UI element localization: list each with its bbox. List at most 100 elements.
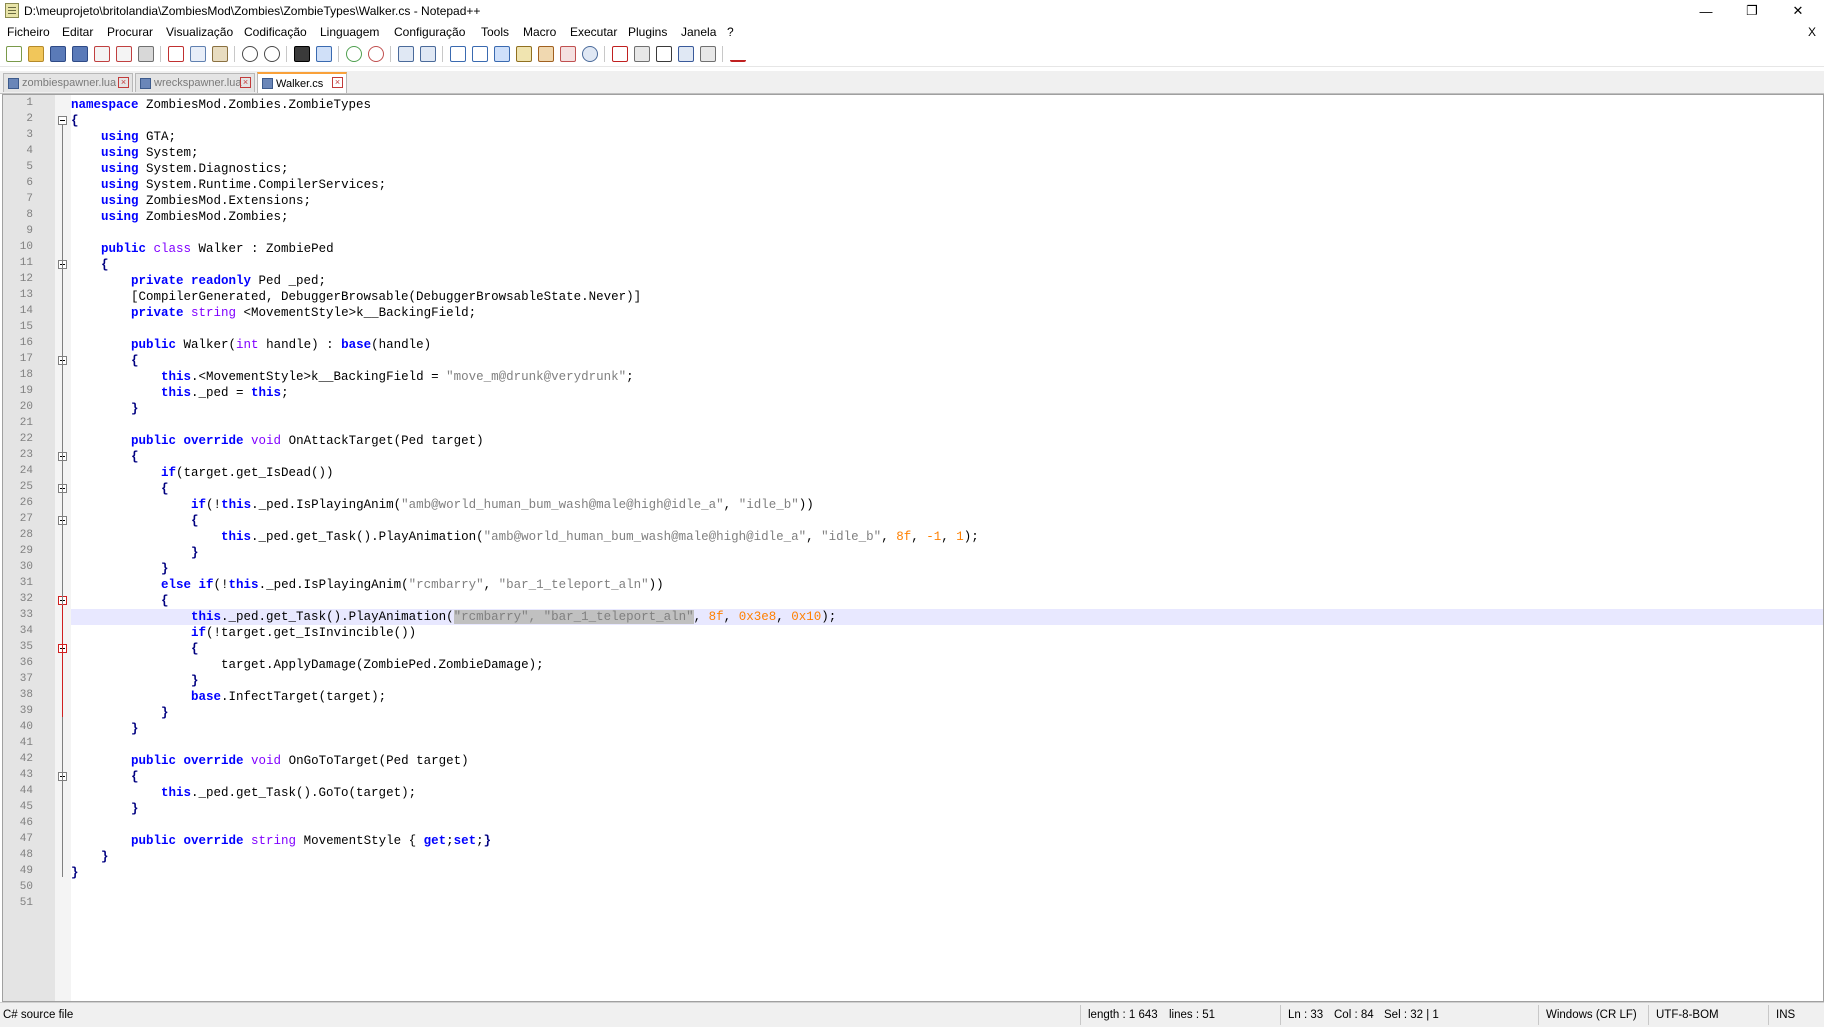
tab-walker[interactable]: Walker.cs × xyxy=(257,72,347,93)
save-all-icon[interactable] xyxy=(72,46,88,62)
code-line[interactable]: { xyxy=(71,449,1823,465)
code-line[interactable] xyxy=(71,321,1823,337)
code-line[interactable]: { xyxy=(71,769,1823,785)
doc-map-icon[interactable] xyxy=(538,46,554,62)
play-macro-icon[interactable] xyxy=(656,46,672,62)
code-editor[interactable]: 1 2 3 4 5 6 7 8 9 10 11 12 13 14 15 16 17 18 19 20 21 22 23 24 2… xyxy=(2,94,1824,1002)
code-area[interactable]: namespace ZombiesMod.Zombies.ZombieTypes… xyxy=(71,95,1823,1001)
zoom-in-icon[interactable] xyxy=(346,46,362,62)
zoom-out-icon[interactable] xyxy=(368,46,384,62)
menu-janela[interactable]: Janela xyxy=(681,25,716,39)
code-line[interactable]: } xyxy=(71,865,1823,881)
code-line[interactable]: using System; xyxy=(71,145,1823,161)
indent-guide-icon[interactable] xyxy=(494,46,510,62)
code-line[interactable]: } xyxy=(71,849,1823,865)
code-line[interactable]: private string <MovementStyle>k__Backing… xyxy=(71,305,1823,321)
code-line[interactable]: { xyxy=(71,593,1823,609)
code-line[interactable]: using System.Diagnostics; xyxy=(71,161,1823,177)
replace-icon[interactable] xyxy=(316,46,332,62)
code-line[interactable] xyxy=(71,737,1823,753)
language-icon[interactable] xyxy=(516,46,532,62)
code-line[interactable]: } xyxy=(71,721,1823,737)
menu-linguagem[interactable]: Linguagem xyxy=(320,25,379,39)
menu-tools[interactable]: Tools xyxy=(481,25,509,39)
record-macro-icon[interactable] xyxy=(612,46,628,62)
close-document-button[interactable]: X xyxy=(1808,25,1816,39)
code-line[interactable]: } xyxy=(71,545,1823,561)
sync-vertical-icon[interactable] xyxy=(398,46,414,62)
code-line[interactable]: public Walker(int handle) : base(handle) xyxy=(71,337,1823,353)
fold-margin[interactable] xyxy=(55,95,71,1001)
code-line[interactable]: using ZombiesMod.Extensions; xyxy=(71,193,1823,209)
run-macro-multiple-icon[interactable] xyxy=(678,46,694,62)
code-line[interactable] xyxy=(71,417,1823,433)
minimize-button[interactable]: — xyxy=(1683,0,1729,22)
status-encoding[interactable]: UTF-8-BOM xyxy=(1656,1009,1719,1021)
tab-zombiespawner[interactable]: zombiespawner.lua × xyxy=(3,73,133,92)
paste-icon[interactable] xyxy=(212,46,228,62)
show-all-chars-icon[interactable] xyxy=(472,46,488,62)
code-line[interactable]: private readonly Ped _ped; xyxy=(71,273,1823,289)
save-macro-icon[interactable] xyxy=(700,46,716,62)
code-line[interactable]: { xyxy=(71,353,1823,369)
open-file-icon[interactable] xyxy=(28,46,44,62)
tab-wreckspawner[interactable]: wreckspawner.lua × xyxy=(135,73,255,92)
code-line[interactable]: this._ped.get_Task().GoTo(target); xyxy=(71,785,1823,801)
code-line[interactable]: { xyxy=(71,257,1823,273)
code-line[interactable]: } xyxy=(71,705,1823,721)
code-line[interactable]: public override void OnAttackTarget(Ped … xyxy=(71,433,1823,449)
code-line[interactable]: } xyxy=(71,673,1823,689)
menu-macro[interactable]: Macro xyxy=(523,25,556,39)
sync-horizontal-icon[interactable] xyxy=(420,46,436,62)
code-line[interactable]: if(!target.get_IsInvincible()) xyxy=(71,625,1823,641)
menu-editar[interactable]: Editar xyxy=(62,25,93,39)
redo-icon[interactable] xyxy=(264,46,280,62)
new-file-icon[interactable] xyxy=(6,46,22,62)
code-line[interactable]: else if(!this._ped.IsPlayingAnim("rcmbar… xyxy=(71,577,1823,593)
status-eol[interactable]: Windows (CR LF) xyxy=(1546,1009,1637,1021)
spell-check-icon[interactable] xyxy=(730,46,746,62)
menu-plugins[interactable]: Plugins xyxy=(628,25,667,39)
close-tab-icon[interactable]: × xyxy=(332,77,343,88)
code-line[interactable] xyxy=(71,225,1823,241)
close-button[interactable]: ✕ xyxy=(1775,0,1821,22)
code-line[interactable]: this._ped = this; xyxy=(71,385,1823,401)
menu-codificacao[interactable]: Codificação xyxy=(244,25,307,39)
code-line[interactable]: this._ped.get_Task().PlayAnimation("amb@… xyxy=(71,529,1823,545)
menu-visualizacao[interactable]: Visualização xyxy=(166,25,233,39)
code-line[interactable]: using System.Runtime.CompilerServices; xyxy=(71,177,1823,193)
menu-help[interactable]: ? xyxy=(727,25,734,39)
print-icon[interactable] xyxy=(138,46,154,62)
close-tab-icon[interactable]: × xyxy=(118,77,129,88)
code-line[interactable]: public override void OnGoToTarget(Ped ta… xyxy=(71,753,1823,769)
copy-icon[interactable] xyxy=(190,46,206,62)
close-all-icon[interactable] xyxy=(116,46,132,62)
menu-configuracao[interactable]: Configuração xyxy=(394,25,465,39)
save-icon[interactable] xyxy=(50,46,66,62)
word-wrap-icon[interactable] xyxy=(450,46,466,62)
function-list-icon[interactable] xyxy=(560,46,576,62)
menu-ficheiro[interactable]: Ficheiro xyxy=(7,25,50,39)
code-line[interactable] xyxy=(71,897,1823,913)
code-line[interactable]: target.ApplyDamage(ZombiePed.ZombieDamag… xyxy=(71,657,1823,673)
code-line[interactable]: using ZombiesMod.Zombies; xyxy=(71,209,1823,225)
code-line[interactable] xyxy=(71,817,1823,833)
code-line[interactable]: [CompilerGenerated, DebuggerBrowsable(De… xyxy=(71,289,1823,305)
cut-icon[interactable] xyxy=(168,46,184,62)
close-tab-icon[interactable]: × xyxy=(240,77,251,88)
fold-toggle-icon[interactable] xyxy=(58,116,67,125)
code-line[interactable]: using GTA; xyxy=(71,129,1823,145)
code-line[interactable]: } xyxy=(71,561,1823,577)
monitoring-icon[interactable] xyxy=(582,46,598,62)
find-icon[interactable] xyxy=(294,46,310,62)
code-line[interactable]: { xyxy=(71,513,1823,529)
current-code-line[interactable]: this._ped.get_Task().PlayAnimation("rcmb… xyxy=(71,609,1823,625)
code-line[interactable]: { xyxy=(71,641,1823,657)
code-line[interactable]: public override string MovementStyle { g… xyxy=(71,833,1823,849)
menu-executar[interactable]: Executar xyxy=(570,25,617,39)
menu-procurar[interactable]: Procurar xyxy=(107,25,153,39)
code-line[interactable]: { xyxy=(71,481,1823,497)
code-line[interactable]: base.InfectTarget(target); xyxy=(71,689,1823,705)
code-line[interactable]: if(!this._ped.IsPlayingAnim("amb@world_h… xyxy=(71,497,1823,513)
code-line[interactable]: } xyxy=(71,401,1823,417)
